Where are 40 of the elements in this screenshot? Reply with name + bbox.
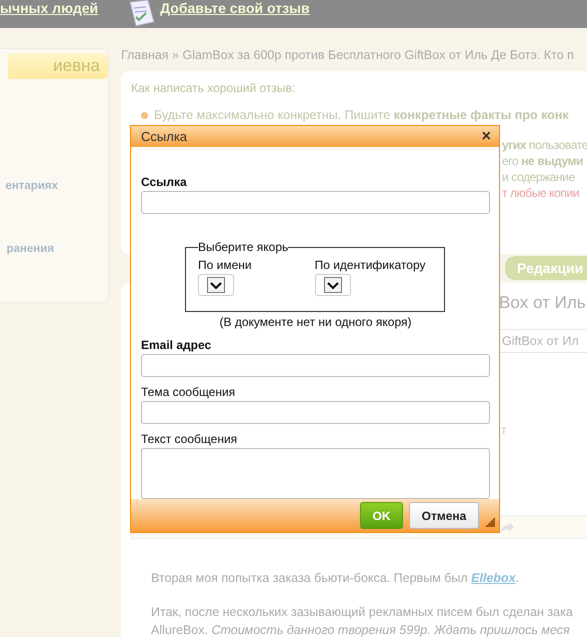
tip-text: т любые копии bbox=[502, 186, 580, 200]
anchor-note: (В документе нет ни одного якоря) bbox=[218, 315, 412, 330]
text-field[interactable] bbox=[141, 354, 490, 378]
field-label: Текст сообщения bbox=[141, 432, 238, 446]
tip-text: Будьте максимально конкретны. Пишите конкретные факты про конк bbox=[154, 108, 569, 122]
bullet-icon bbox=[141, 112, 148, 118]
cancel-button[interactable]: Отмена bbox=[409, 502, 479, 530]
tips-title: Как написать хороший отзыв: bbox=[131, 81, 296, 95]
ok-button[interactable]: OK bbox=[360, 502, 403, 530]
dialog-title: Ссылка bbox=[141, 129, 188, 144]
link[interactable]: Ellebox bbox=[471, 571, 516, 585]
paragraph: AllureBox. Стоимость данного творения 599р. Ждать пришлось меся bbox=[151, 622, 571, 637]
paragraph: Итак, после нескольких зазывающий рекламных писем был сделан зака bbox=[151, 604, 574, 621]
tip-text: и содержание bbox=[502, 170, 575, 184]
resize-grip-icon bbox=[485, 517, 495, 527]
chevron-down-icon bbox=[207, 277, 225, 294]
tip-text: его не выдуми bbox=[502, 154, 584, 168]
text-field[interactable] bbox=[141, 401, 490, 424]
close-button[interactable]: × bbox=[482, 130, 491, 144]
header-link[interactable]: Добавьте свой отзыв bbox=[160, 0, 310, 16]
chevron-down-icon bbox=[324, 277, 342, 294]
anchor-dropdown[interactable] bbox=[198, 274, 234, 296]
review-title: Box от Иль bbox=[499, 293, 587, 314]
breadcrumb: Главная » GlamBox за 600р против Бесплатного GiftBox от Иль Де Ботэ. Кто п bbox=[121, 48, 575, 62]
sidebar-title: иевна bbox=[8, 53, 108, 79]
fieldset-legend: Выберите якорь bbox=[198, 240, 288, 254]
field-label: Email адрес bbox=[141, 338, 212, 352]
select-label: По идентификатору bbox=[314, 258, 426, 272]
header-link[interactable]: ычных людей bbox=[0, 0, 98, 16]
field-label: Ссылка bbox=[141, 175, 188, 190]
anchor-dropdown[interactable] bbox=[314, 274, 351, 296]
redo-icon bbox=[499, 520, 515, 534]
message-field[interactable] bbox=[141, 448, 490, 500]
edit-tab[interactable]: Редакции bbox=[505, 256, 587, 280]
sidebar-link[interactable]: ентариях bbox=[5, 180, 58, 192]
link-field[interactable] bbox=[141, 191, 490, 214]
select-label: По имени bbox=[198, 258, 252, 272]
field-label: Тема сообщения bbox=[141, 385, 236, 400]
paragraph: Вторая моя попытка заказа бьюти-бокса. Первым был Ellebox. bbox=[151, 570, 520, 587]
sidebar-link[interactable]: ранения bbox=[6, 243, 54, 255]
